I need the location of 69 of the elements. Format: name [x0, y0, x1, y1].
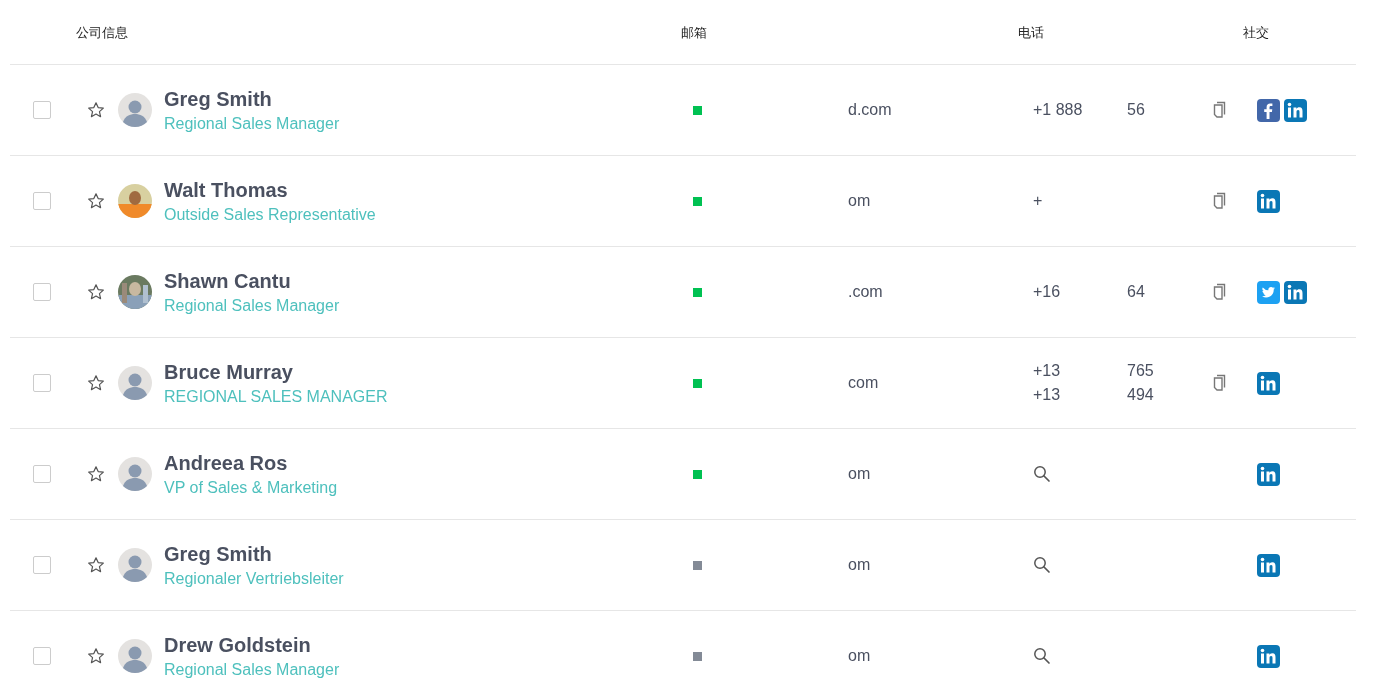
- email-text: .com: [848, 283, 883, 301]
- checkbox[interactable]: [33, 374, 51, 392]
- facebook-icon[interactable]: [1257, 98, 1280, 122]
- phone-text: +1 888: [1033, 101, 1084, 119]
- linkedin-icon[interactable]: [1284, 98, 1307, 122]
- column-header: 电话: [1018, 25, 1044, 40]
- avatar-icon: [118, 93, 152, 127]
- contact-name[interactable]: Greg Smith: [164, 542, 272, 566]
- star-icon[interactable]: [87, 283, 105, 301]
- contact-name[interactable]: Andreea Ros: [164, 451, 288, 475]
- bird-icon[interactable]: [1257, 280, 1280, 304]
- job-title: REGIONAL SALES MANAGER: [164, 387, 388, 406]
- contact-name[interactable]: Shawn Cantu: [164, 269, 291, 293]
- contact-name[interactable]: Drew Goldstein: [164, 633, 311, 657]
- search-icon[interactable]: [1033, 465, 1051, 483]
- copy-icon[interactable]: [1213, 283, 1227, 301]
- email-text: om: [848, 192, 871, 210]
- star-icon[interactable]: [87, 647, 105, 665]
- star-icon[interactable]: [87, 101, 105, 119]
- copy-icon[interactable]: [1213, 192, 1227, 210]
- copy-icon[interactable]: [1213, 374, 1227, 392]
- linkedin-icon[interactable]: [1257, 189, 1280, 213]
- linkedin-icon[interactable]: [1284, 280, 1307, 304]
- linkedin-icon[interactable]: [1257, 553, 1280, 577]
- phone-text: +13: [1033, 362, 1062, 380]
- linkedin-icon[interactable]: [1257, 371, 1280, 395]
- star-icon[interactable]: [87, 556, 105, 574]
- contact-name[interactable]: Greg Smith: [164, 87, 272, 111]
- phone-text: +: [1033, 192, 1044, 210]
- avatar-icon: [118, 366, 152, 400]
- email-text: com: [848, 374, 879, 392]
- linkedin-icon[interactable]: [1257, 462, 1280, 486]
- star-icon[interactable]: [87, 465, 105, 483]
- checkbox[interactable]: [33, 556, 51, 574]
- checkbox[interactable]: [33, 192, 51, 210]
- checkbox[interactable]: [33, 101, 51, 119]
- job-title: Regional Sales Manager: [164, 296, 340, 315]
- job-title: Outside Sales Representative: [164, 205, 376, 224]
- search-icon[interactable]: [1033, 647, 1051, 665]
- checkbox[interactable]: [33, 283, 51, 301]
- job-title: Regionaler Vertriebsleiter: [164, 569, 344, 588]
- phone-text: +16: [1033, 283, 1062, 301]
- search-icon[interactable]: [1033, 556, 1051, 574]
- email-text: om: [848, 647, 871, 665]
- avatar-icon: [118, 639, 152, 673]
- contact-name[interactable]: Bruce Murray: [164, 360, 293, 384]
- column-header: 社交: [1243, 25, 1269, 40]
- job-title: Regional Sales Manager: [164, 660, 340, 679]
- job-title: Regional Sales Manager: [164, 114, 340, 133]
- checkbox[interactable]: [33, 647, 51, 665]
- star-icon[interactable]: [87, 374, 105, 392]
- phone-text: +13: [1033, 386, 1062, 404]
- phone-text: 765: [1127, 362, 1154, 380]
- column-header: 邮箱: [681, 25, 707, 40]
- email-text: d.com: [848, 101, 892, 119]
- phone-text: 64: [1127, 283, 1145, 301]
- job-title: VP of Sales & Marketing: [164, 478, 338, 497]
- star-icon[interactable]: [87, 192, 105, 210]
- phone-text: 56: [1127, 101, 1145, 119]
- phone-text: 494: [1127, 386, 1154, 404]
- column-header: 公司信息: [76, 25, 128, 40]
- email-text: om: [848, 465, 871, 483]
- avatar-icon: [118, 457, 152, 491]
- linkedin-icon[interactable]: [1257, 644, 1280, 668]
- copy-icon[interactable]: [1213, 101, 1227, 119]
- avatar-icon: [118, 548, 152, 582]
- email-text: om: [848, 556, 871, 574]
- checkbox[interactable]: [33, 465, 51, 483]
- contact-name[interactable]: Walt Thomas: [164, 178, 288, 202]
